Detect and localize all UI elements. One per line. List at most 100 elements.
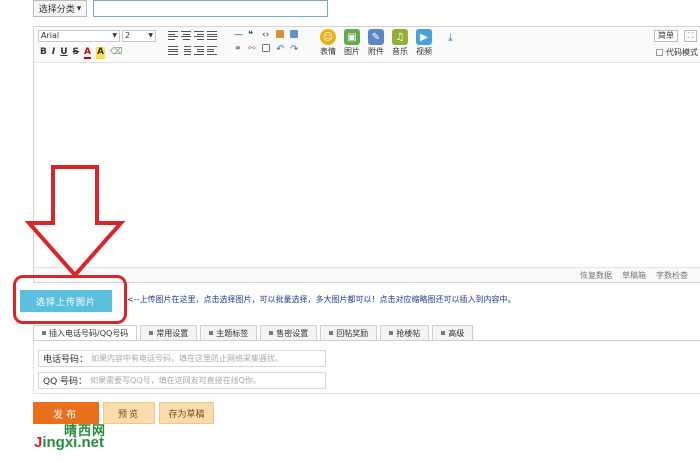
attachment-button[interactable]: ✎ 附件 (366, 29, 386, 57)
bold-button[interactable]: B (40, 47, 47, 59)
align-center-icon[interactable] (181, 31, 191, 40)
media-buttons: ☺ 表情 ▣ 图片 ✎ 附件 ♫ 音乐 ▶ 视频 (318, 29, 434, 57)
format-buttons: B I U S A A ⌫ (40, 47, 123, 59)
chevron-down-icon: ▼ (112, 32, 117, 39)
title-input[interactable] (93, 0, 328, 17)
align-left-icon[interactable] (168, 31, 178, 40)
music-button[interactable]: ♫ 音乐 (390, 29, 410, 57)
site-watermark: 晴西网 Jingxi.net (34, 420, 124, 456)
chevron-down-icon: ▼ (148, 32, 153, 39)
tab-common-settings[interactable]: 常用设置 (140, 325, 198, 340)
paperclip-icon: ✎ (368, 29, 384, 45)
unlink-icon[interactable]: ⚯ (248, 44, 262, 55)
outdent-icon[interactable] (207, 46, 217, 55)
tab-advanced[interactable]: 高级 (432, 325, 474, 340)
qq-field[interactable]: QQ 号码： 如果需要写QQ号，填在这网友可直接在线Q你。 (38, 372, 326, 389)
tab-bullet-icon (149, 331, 154, 335)
quote-icon[interactable]: ❝ (248, 30, 262, 40)
redo-icon[interactable]: ↷ (290, 44, 304, 55)
video-button[interactable]: ▶ 视频 (414, 29, 434, 57)
editor-toolbar: Arial ▼ 2 ▼ B I U S A A ⌫ — ❝ ‹› ⚭ ⚯ ↶ ↷… (34, 27, 700, 63)
upload-hint-text: <--上传图片在这里，点击选择图片，可以批量选择，多大图片都可以！点击对应缩略图… (127, 295, 516, 304)
insert-group: — ❝ ‹› ⚭ ⚯ ↶ ↷ (234, 30, 304, 55)
image-icon[interactable] (290, 30, 298, 38)
table-icon[interactable] (262, 44, 270, 52)
save-draft-button[interactable]: 存为草稿 (159, 402, 214, 424)
code-icon[interactable]: ‹› (262, 30, 276, 40)
qq-label: QQ 号码： (43, 377, 88, 387)
flash-icon[interactable] (276, 30, 284, 38)
tab-floor-grab[interactable]: 抢楼帖 (380, 325, 430, 340)
highlight-color-button[interactable]: A (96, 47, 105, 59)
font-family-value: Arial (41, 31, 60, 40)
underline-button[interactable]: U (60, 47, 67, 59)
tab-reply-reward[interactable]: 回帖奖励 (320, 325, 378, 340)
upload-image-button[interactable]: 选择上传图片 (20, 290, 112, 312)
font-size-select[interactable]: 2 ▼ (122, 30, 156, 42)
phone-field[interactable]: 电话号码： 如果内容中有电话号码，填在这里防止网络采集骚扰。 (38, 350, 326, 367)
music-icon: ♫ (392, 29, 408, 45)
indent-icon[interactable] (194, 46, 204, 55)
tab-bullet-icon (441, 331, 446, 335)
alignment-group (168, 31, 220, 55)
tab-bullet-icon (209, 331, 214, 335)
tab-bullet-icon (269, 331, 274, 335)
font-family-select[interactable]: Arial ▼ (38, 30, 120, 42)
code-mode-label: 代码模式 (666, 48, 698, 57)
undo-icon[interactable]: ↶ (276, 44, 290, 55)
editor-status-bar: 恢复数据 草稿箱 字数检查 (34, 267, 700, 282)
emoticon-label: 表情 (320, 47, 336, 56)
picture-label: 图片 (344, 47, 360, 56)
download-icon[interactable]: ⤓ (448, 31, 453, 45)
word-count-link[interactable]: 字数检查 (656, 270, 688, 281)
tab-bullet-icon (329, 331, 334, 335)
editor-content-area[interactable] (34, 63, 700, 268)
phone-label: 电话号码： (43, 355, 89, 365)
tab-topic-tags[interactable]: 主题标签 (200, 325, 258, 340)
top-bar: 选择分类 ▾ (33, 0, 328, 17)
chevron-down-icon: ▾ (76, 3, 82, 14)
align-justify-icon[interactable] (207, 31, 217, 40)
options-tabs: 插入电话号码/QQ号码 常用设置 主题标签 售密设置 回帖奖励 抢楼帖 高级 (33, 325, 700, 341)
simple-mode-button[interactable]: 简单 (654, 30, 678, 42)
watermark-en-rest: ingxi.net (42, 434, 105, 451)
tab-label: 插入电话号码/QQ号码 (49, 328, 129, 338)
picture-button[interactable]: ▣ 图片 (342, 29, 362, 57)
smiley-icon: ☺ (320, 29, 336, 45)
picture-icon: ▣ (344, 29, 360, 45)
watermark-en: Jingxi.net (34, 434, 104, 451)
horizontal-rule-icon[interactable]: — (234, 30, 248, 40)
ordered-list-icon[interactable] (168, 46, 178, 55)
unordered-list-icon[interactable] (181, 46, 191, 55)
link-icon[interactable]: ⚭ (234, 44, 248, 55)
tab-label: 主题标签 (216, 328, 249, 338)
tab-paid-settings[interactable]: 售密设置 (260, 325, 318, 340)
annotation-arrow (25, 165, 125, 277)
tab-bullet-icon (389, 331, 394, 335)
emoticon-button[interactable]: ☺ 表情 (318, 29, 338, 57)
category-label: 选择分类 (38, 5, 75, 15)
restore-data-link[interactable]: 恢复数据 (580, 270, 612, 281)
tab-label: 抢楼帖 (396, 328, 421, 338)
music-label: 音乐 (392, 47, 408, 56)
font-size-value: 2 (125, 31, 131, 40)
tab-bullet-icon (42, 331, 46, 335)
tab-label: 回帖奖励 (336, 328, 369, 338)
draft-box-link[interactable]: 草稿箱 (622, 270, 646, 281)
tab-phone-qq[interactable]: 插入电话号码/QQ号码 (33, 325, 138, 340)
fullscreen-icon[interactable]: ⛶ (684, 30, 697, 42)
category-select[interactable]: 选择分类 ▾ (33, 0, 87, 17)
video-icon: ▶ (416, 29, 432, 45)
italic-button[interactable]: I (52, 47, 55, 59)
code-mode-toggle[interactable]: 代码模式 (656, 47, 698, 58)
font-color-button[interactable]: A (84, 47, 91, 59)
strikethrough-button[interactable]: S (73, 47, 79, 59)
eraser-icon[interactable]: ⌫ (110, 47, 123, 59)
video-label: 视频 (416, 47, 432, 56)
align-right-icon[interactable] (194, 31, 204, 40)
attachment-label: 附件 (368, 47, 384, 56)
tab-label: 售密设置 (276, 328, 309, 338)
rich-text-editor: Arial ▼ 2 ▼ B I U S A A ⌫ — ❝ ‹› ⚭ ⚯ ↶ ↷… (33, 26, 700, 283)
code-mode-checkbox[interactable] (656, 49, 663, 56)
tab-label: 高级 (448, 328, 465, 338)
